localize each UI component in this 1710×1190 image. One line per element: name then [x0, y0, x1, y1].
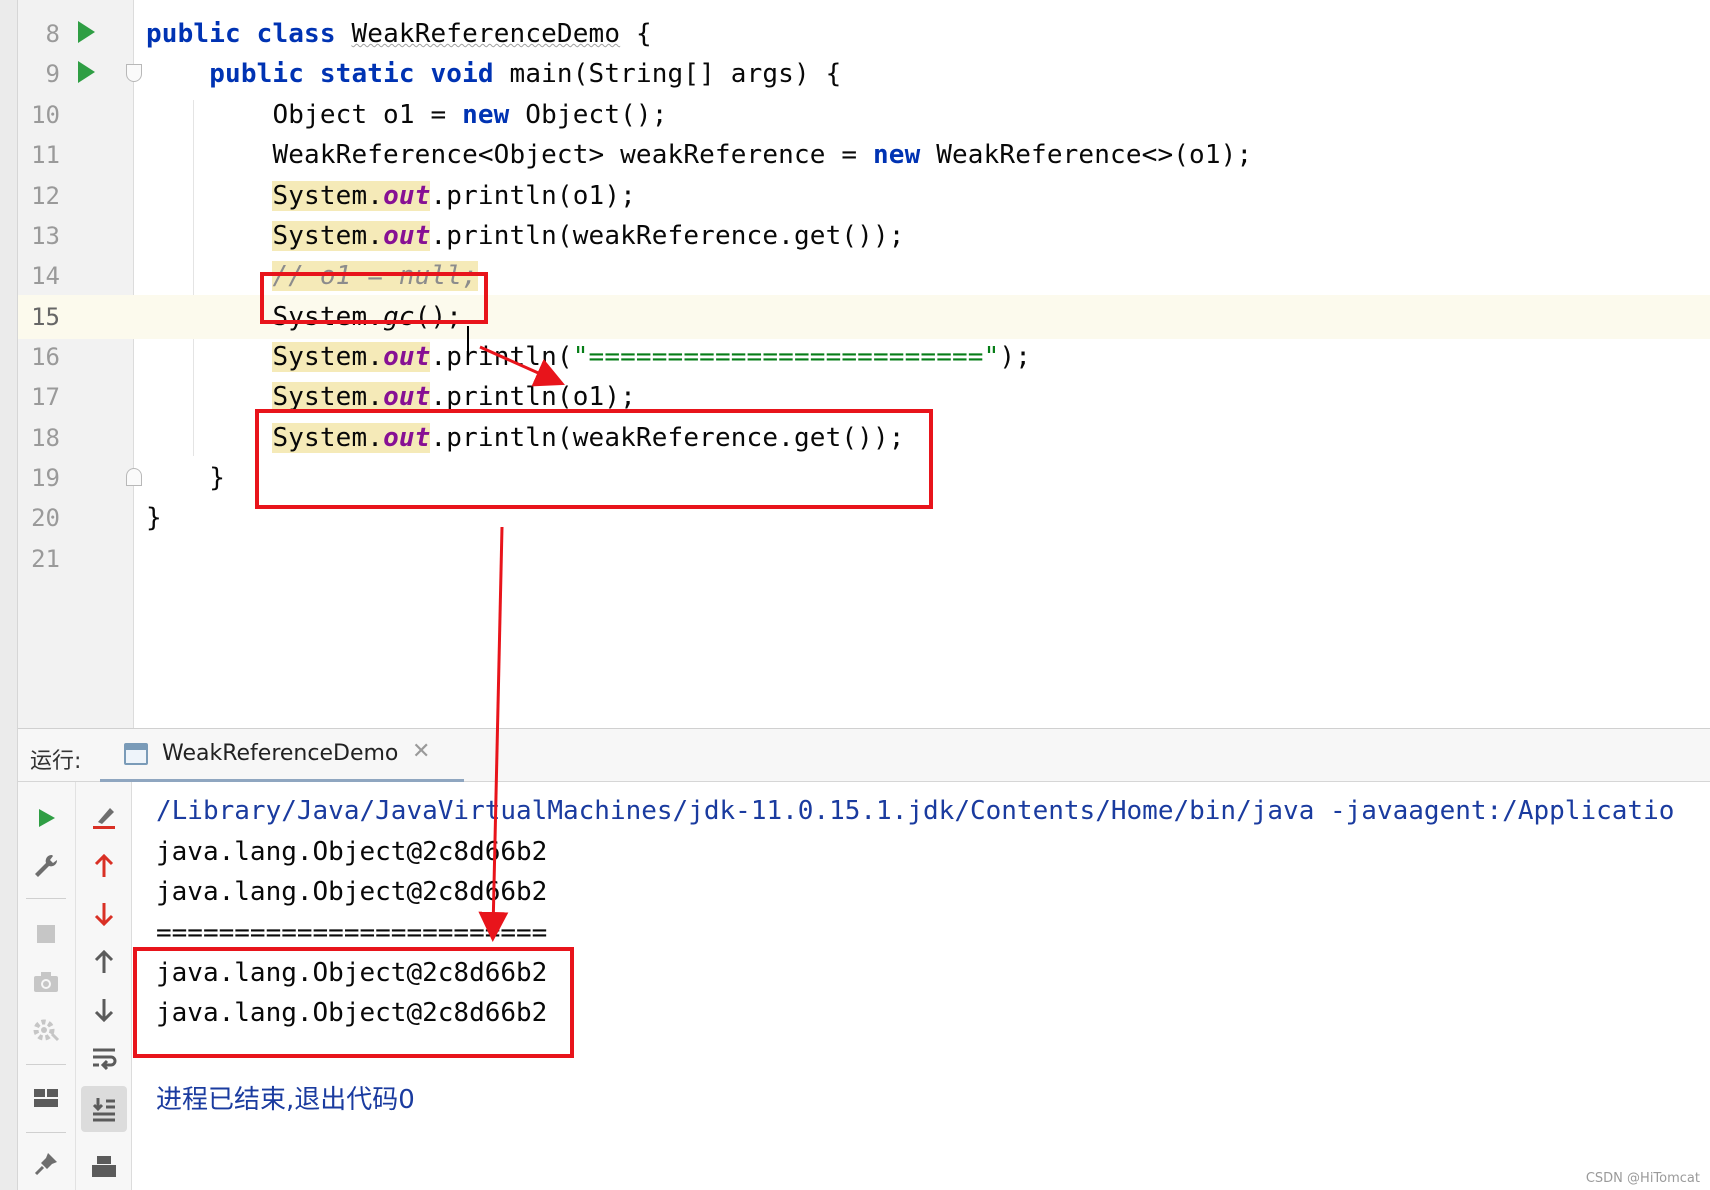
code-line-13: 13 System.out.println(weakReference.get(…: [0, 214, 1710, 258]
line-number: 20: [31, 504, 60, 532]
annotation-box-print-lines: [255, 409, 933, 509]
console-line: java.lang.Object@2c8d66b2: [156, 877, 548, 907]
up-red-icon[interactable]: [84, 846, 124, 886]
code-text: Object o1 = new Object();: [272, 100, 668, 130]
fold-icon[interactable]: [126, 468, 142, 486]
down-icon[interactable]: [84, 990, 124, 1030]
console-line: java.lang.Object@2c8d66b2: [156, 837, 548, 867]
watermark: CSDN @HiTomcat: [1585, 1171, 1700, 1186]
code-text: System.out.println(o1);: [272, 181, 636, 211]
camera-icon[interactable]: [26, 962, 66, 1002]
clear-icon[interactable]: [84, 798, 124, 838]
line-number: 21: [31, 545, 60, 573]
code-text: }: [209, 463, 226, 493]
code-text: WeakReference<Object> weakReference = ne…: [272, 140, 1253, 170]
code-line-10: 10 Object o1 = new Object();: [0, 93, 1710, 137]
code-text: public class WeakReferenceDemo {: [146, 19, 652, 49]
run-toolbar-primary: [18, 782, 76, 1190]
code-line-14: 14 // o1 = null;: [0, 254, 1710, 298]
run-panel-header: 运行: WeakReferenceDemo ✕: [18, 728, 1710, 783]
code-line-15: 15 System.gc();: [0, 295, 1710, 339]
run-icon[interactable]: [26, 798, 66, 838]
scroll-to-end-icon[interactable]: [81, 1086, 127, 1132]
console-separator: =========================: [156, 918, 548, 948]
code-line-9: 9 public static void main(String[] args)…: [0, 52, 1710, 96]
stop-icon[interactable]: [26, 914, 66, 954]
line-number: 10: [31, 101, 60, 129]
code-text: System.out.println("====================…: [272, 342, 1032, 372]
code-line-12: 12 System.out.println(o1);: [0, 174, 1710, 218]
fold-icon[interactable]: [126, 64, 142, 82]
line-number: 13: [31, 222, 60, 250]
layout-icon[interactable]: [26, 1078, 66, 1118]
up-icon[interactable]: [84, 942, 124, 982]
run-toolbar-secondary: [76, 782, 132, 1190]
code-editor[interactable]: 8 public class WeakReferenceDemo { 9 pub…: [0, 0, 1710, 728]
left-tool-strip: [0, 0, 18, 1190]
code-line-11: 11 WeakReference<Object> weakReference =…: [0, 133, 1710, 177]
run-gutter-icon[interactable]: [78, 61, 95, 83]
settings-icon[interactable]: [26, 1010, 66, 1050]
line-number: 9: [45, 60, 60, 88]
line-number: 18: [31, 424, 60, 452]
code-text: }: [146, 503, 162, 533]
wrap-icon[interactable]: [84, 1038, 124, 1078]
down-red-icon[interactable]: [84, 894, 124, 934]
line-number: 15: [31, 303, 60, 331]
code-text: System.out.println(weakReference.get());: [272, 221, 905, 251]
code-line-16: 16 System.out.println("=================…: [0, 335, 1710, 379]
code-text: System.out.println(o1);: [272, 382, 636, 412]
annotation-box-output: [133, 947, 574, 1058]
line-number: 17: [31, 383, 60, 411]
console-window-icon: [124, 743, 148, 765]
pin-icon[interactable]: [26, 1144, 66, 1184]
run-tab[interactable]: WeakReferenceDemo ✕: [100, 729, 464, 783]
code-line-21: 21: [0, 537, 1710, 581]
text-caret: [467, 326, 469, 360]
code-text: public static void main(String[] args) {: [209, 59, 842, 89]
code-line-8: 8 public class WeakReferenceDemo {: [0, 12, 1710, 56]
line-number: 8: [45, 20, 60, 48]
print-icon[interactable]: [84, 1148, 124, 1188]
console-command-line: /Library/Java/JavaVirtualMachines/jdk-11…: [156, 796, 1675, 826]
close-icon[interactable]: ✕: [412, 739, 430, 764]
line-number: 16: [31, 343, 60, 371]
line-number: 12: [31, 182, 60, 210]
run-panel-label: 运行:: [30, 749, 82, 774]
line-number: 14: [31, 262, 60, 290]
annotation-box-comment: [260, 272, 488, 324]
run-tab-title: WeakReferenceDemo: [162, 741, 399, 766]
wrench-icon[interactable]: [26, 846, 66, 886]
line-number: 11: [31, 141, 60, 169]
run-gutter-icon[interactable]: [78, 21, 95, 43]
line-number: 19: [31, 464, 60, 492]
console-exit-message: 进程已结束,退出代码0: [156, 1085, 415, 1115]
